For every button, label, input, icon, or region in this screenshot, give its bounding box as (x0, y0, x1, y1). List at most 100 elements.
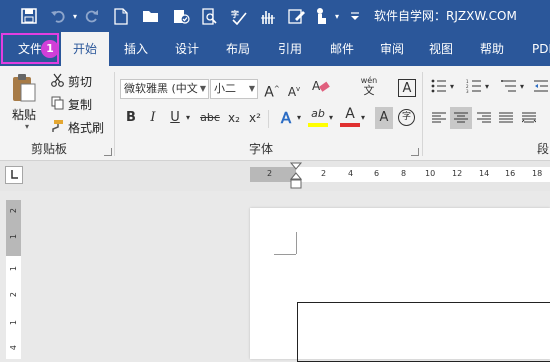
new-document-icon[interactable] (110, 5, 132, 27)
tab-references-label: 引用 (277, 42, 302, 56)
tab-pdf[interactable]: PDF (518, 32, 550, 66)
font-size-value: 小二 (214, 82, 236, 95)
grow-font-icon[interactable]: A^ (262, 78, 282, 101)
decrease-indent-icon[interactable] (532, 77, 550, 95)
paste-button[interactable]: 粘贴 (12, 106, 36, 123)
margin-corner-mark (274, 254, 296, 255)
font-name-value: 微软雅黑 (中文 (124, 82, 198, 95)
font-name-dropdown-icon[interactable]: ▼ (200, 80, 206, 98)
bold-button[interactable]: B (121, 107, 141, 129)
numbering-icon[interactable]: 123 (465, 77, 483, 95)
document-table[interactable] (297, 302, 550, 362)
redo-icon[interactable] (82, 5, 102, 27)
multilevel-dropdown-icon[interactable]: ▾ (518, 79, 526, 93)
italic-button[interactable]: I (143, 107, 163, 129)
font-color-dropdown-icon[interactable]: ▾ (358, 107, 368, 129)
tab-layout[interactable]: 布局 (212, 32, 264, 66)
copy-button[interactable]: 复制 (68, 96, 92, 113)
ruler-tick-label: 6 (374, 169, 380, 178)
paste-icon[interactable] (9, 72, 39, 104)
font-size-combobox[interactable]: 小二 ▼ (210, 79, 258, 99)
ruler-tick-label: 2 (9, 208, 18, 214)
tab-review[interactable]: 审阅 (368, 32, 416, 66)
tab-design-label: 设计 (174, 42, 199, 56)
step-badge: 1 (41, 40, 59, 58)
spelling-icon[interactable]: 字 (228, 5, 250, 27)
phonetic-guide-icon[interactable]: wén 文 (357, 76, 381, 98)
save-icon[interactable] (18, 5, 40, 27)
print-preview-icon[interactable] (199, 5, 221, 27)
tab-selector[interactable] (5, 166, 23, 184)
customize-dropdown-icon[interactable] (347, 5, 363, 27)
superscript-button[interactable]: x² (245, 107, 265, 129)
font-launcher-icon[interactable] (411, 148, 419, 156)
ruler-tick-label: 1 (9, 320, 18, 326)
indent-markers-icon[interactable] (289, 162, 303, 192)
format-painter-icon[interactable] (50, 119, 64, 133)
undo-icon[interactable] (48, 5, 70, 27)
undo-dropdown-icon[interactable]: ▾ (70, 5, 80, 27)
document-check-icon[interactable] (170, 5, 192, 27)
ruler-tick-label: 2 (267, 169, 273, 178)
ruler-tick-label: 2 (321, 169, 327, 178)
touch-dropdown-icon[interactable]: ▾ (332, 5, 342, 27)
ruler-tick-label: 8 (401, 169, 407, 178)
tab-design[interactable]: 设计 (162, 32, 212, 66)
highlight-dropdown-icon[interactable]: ▾ (326, 107, 336, 129)
tab-mailings[interactable]: 邮件 (316, 32, 368, 66)
touch-hand-icon[interactable] (312, 5, 332, 27)
tab-layout-label: 布局 (225, 42, 250, 56)
clipboard-launcher-icon[interactable] (104, 148, 112, 156)
enclose-characters-button[interactable]: 字 (398, 109, 415, 126)
cut-icon[interactable] (50, 73, 64, 87)
group-divider (422, 72, 423, 156)
bullets-dropdown-icon[interactable]: ▾ (448, 79, 456, 93)
bullets-icon[interactable] (430, 77, 448, 95)
font-row-divider (268, 110, 269, 128)
character-border-label: A (402, 81, 412, 96)
cut-button[interactable]: 剪切 (68, 73, 92, 90)
tab-review-label: 审阅 (379, 42, 404, 56)
character-shading-button[interactable]: A (375, 107, 393, 129)
tab-home[interactable]: 开始 (61, 32, 109, 66)
font-color-button[interactable]: A (340, 105, 360, 127)
group-divider (114, 72, 115, 156)
tab-view[interactable]: 视图 (416, 32, 466, 66)
highlight-button[interactable]: ab (308, 105, 328, 127)
justify-icon[interactable] (497, 109, 515, 127)
strikethrough-button[interactable]: abc (198, 107, 222, 129)
tab-mailings-label: 邮件 (329, 42, 354, 56)
clear-format-icon[interactable]: A (311, 78, 331, 100)
ruler-tick-label: 4 (348, 169, 354, 178)
tab-references[interactable]: 引用 (264, 32, 316, 66)
touch-mode-icon[interactable] (257, 5, 279, 27)
font-name-combobox[interactable]: 微软雅黑 (中文 ▼ (120, 79, 209, 99)
underline-button[interactable]: U (165, 107, 185, 129)
window-title: 软件自学网：RJZXW.COM (374, 9, 517, 23)
paste-dropdown-icon[interactable]: ▾ (25, 122, 29, 131)
format-painter-button[interactable]: 格式刷 (68, 119, 104, 136)
shrink-font-icon[interactable]: Av (284, 78, 304, 100)
multilevel-list-icon[interactable] (500, 77, 518, 95)
align-center-icon[interactable] (450, 107, 472, 129)
character-border-icon[interactable]: A (398, 79, 416, 97)
subscript-button[interactable]: x₂ (224, 107, 244, 129)
align-left-icon[interactable] (430, 109, 448, 127)
underline-dropdown-icon[interactable]: ▾ (183, 107, 193, 129)
copy-icon[interactable] (50, 96, 64, 110)
text-effects-button[interactable]: A (276, 107, 296, 129)
edit-document-icon[interactable] (286, 5, 308, 27)
svg-text:A: A (312, 79, 321, 93)
text-effects-dropdown-icon[interactable]: ▾ (294, 107, 304, 129)
open-folder-icon[interactable] (140, 5, 162, 27)
title-bar: ▾ 字 ▾ 软件自学网：RJZXW.COM (0, 0, 550, 32)
svg-text:3: 3 (466, 89, 469, 93)
numbering-dropdown-icon[interactable]: ▾ (483, 79, 491, 93)
tab-help[interactable]: 帮助 (466, 32, 518, 66)
font-size-dropdown-icon[interactable]: ▼ (249, 80, 255, 98)
tab-insert[interactable]: 插入 (110, 32, 162, 66)
distributed-icon[interactable] (520, 109, 538, 127)
ruler-tick-label: 10 (425, 169, 436, 178)
align-right-icon[interactable] (475, 109, 493, 127)
tab-home-label: 开始 (72, 42, 97, 56)
